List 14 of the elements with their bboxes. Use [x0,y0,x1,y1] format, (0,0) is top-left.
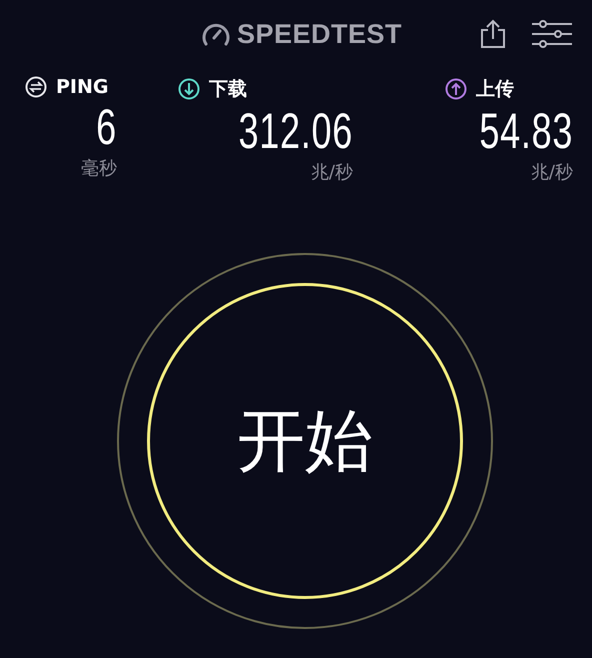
settings-icon[interactable] [532,19,572,49]
metric-label: PING [56,76,108,98]
metric-label: 上传 [476,77,514,102]
metric-unit: 毫秒 [81,157,117,180]
speedtest-logo: SPEEDTEST [237,18,402,50]
gauge-icon [201,21,231,47]
start-button[interactable]: 开始 [147,283,463,599]
metric-unit: 兆/秒 [310,161,353,184]
share-icon[interactable] [480,19,506,49]
metric-value: 54.83 [479,102,573,160]
metric-value: 312.06 [238,102,353,160]
metric-value: 6 [96,98,117,156]
metric-label: 下载 [209,77,247,102]
metric-unit: 兆/秒 [530,161,573,184]
